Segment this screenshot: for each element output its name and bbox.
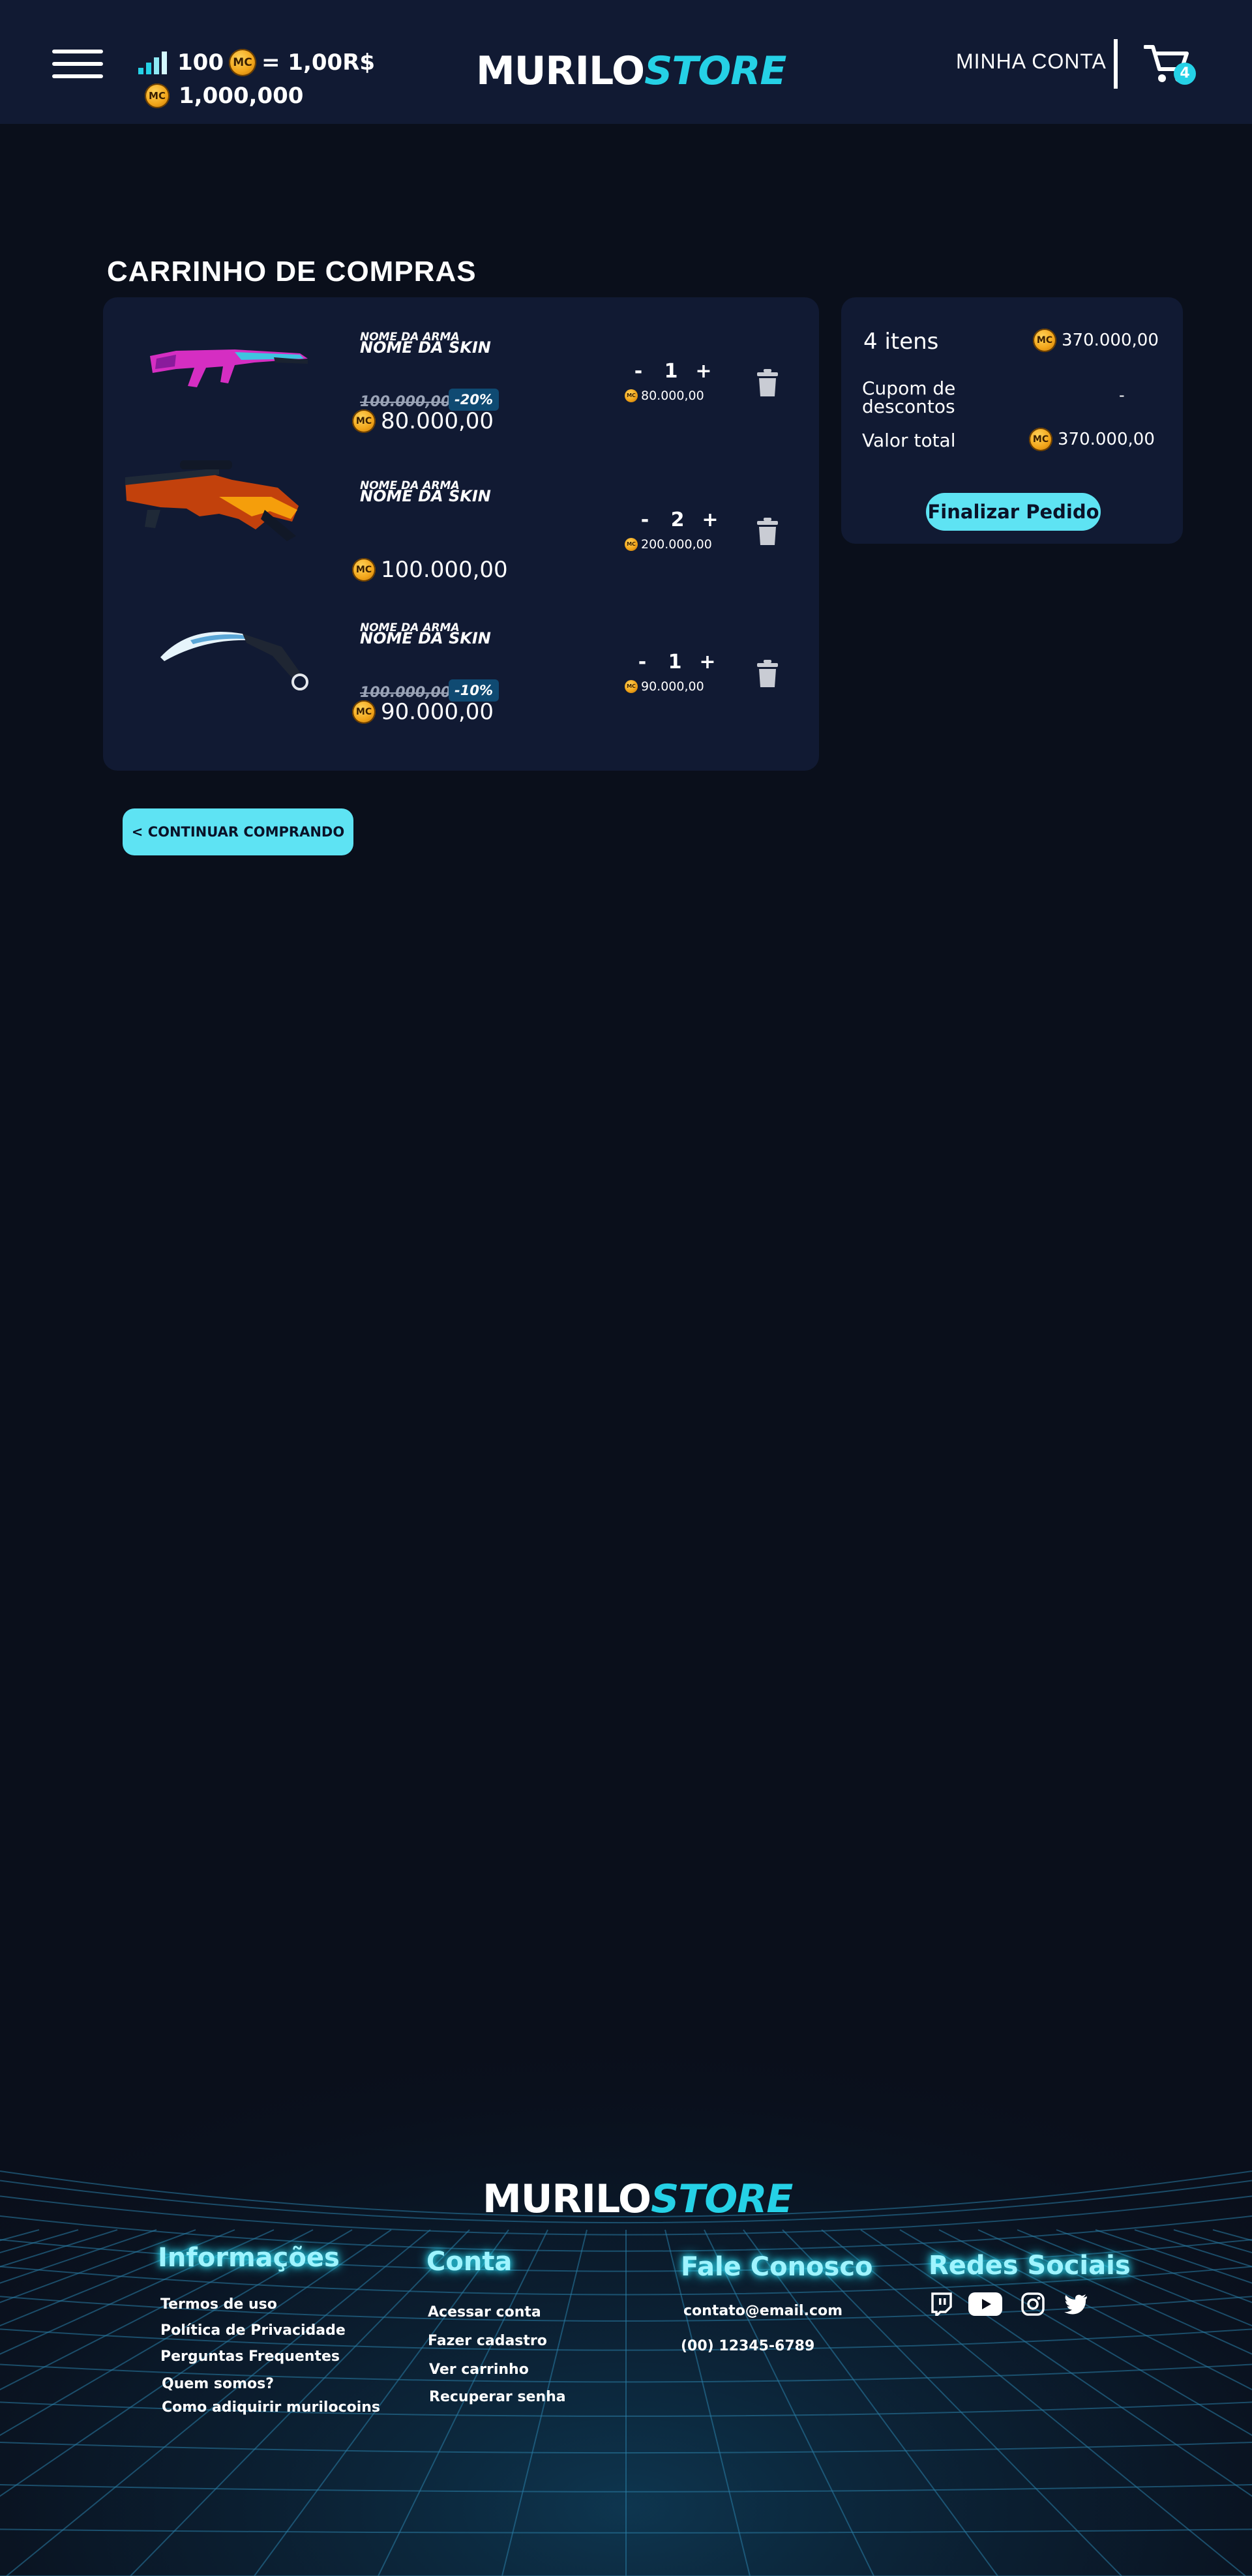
instagram-icon[interactable] (1021, 2292, 1045, 2316)
footer-link-about[interactable]: Quem somos? (162, 2376, 274, 2392)
info-heading: Informações (158, 2243, 340, 2273)
decrease-button[interactable]: - (635, 509, 655, 531)
footer-link-terms[interactable]: Termos de uso (160, 2296, 277, 2313)
item-subtotal: MC 200.000,00 (625, 537, 712, 552)
murilocoin-icon: MC (145, 83, 170, 108)
coin-balance: MC 1,000,000 (145, 81, 303, 111)
top-header: 100 MC = 1,00R$ MC 1,000,000 MURILOSTORE… (0, 0, 1252, 124)
murilocoin-icon: MC (1033, 329, 1056, 352)
murilocoin-icon: MC (352, 558, 376, 582)
murilocoin-icon: MC (625, 389, 638, 402)
item-price: MC 100.000,00 (352, 557, 508, 583)
footer-link-faq[interactable]: Perguntas Frequentes (160, 2348, 340, 2365)
exchange-rate: 100 MC = 1,00R$ (137, 47, 375, 78)
store-logo[interactable]: MURILOSTORE (476, 48, 786, 94)
ak47-pink-icon (150, 349, 308, 387)
murilocoin-icon: MC (352, 409, 376, 433)
header-divider (1114, 39, 1118, 89)
cart-item: NOME DA ARMA NOME DA SKIN 100.000,00 -20… (103, 297, 819, 441)
skin-name: NOME DA SKIN (360, 338, 491, 357)
quantity-value: 1 (668, 651, 682, 674)
discount-badge: -20% (449, 389, 499, 411)
footer-link-login[interactable]: Acessar conta (428, 2304, 541, 2320)
continue-shopping-button[interactable]: < CONTINUAR COMPRANDO (123, 808, 353, 855)
footer-link-recover[interactable]: Recuperar senha (429, 2389, 566, 2405)
item-price: MC 90.000,00 (352, 699, 494, 725)
account-heading: Conta (426, 2247, 513, 2277)
murilocoin-icon: MC (228, 49, 256, 76)
social-heading: Redes Sociais (929, 2251, 1131, 2281)
twitter-icon[interactable] (1064, 2294, 1088, 2315)
decrease-button[interactable]: - (633, 651, 652, 674)
total-value: MC 370.000,00 (1029, 428, 1155, 451)
youtube-icon[interactable] (968, 2291, 1003, 2317)
discount-badge: -10% (449, 679, 499, 702)
coupon-label: Cupom de descontos (862, 378, 956, 417)
signal-icon (138, 52, 167, 74)
items-total: MC 370.000,00 (1033, 329, 1159, 352)
footer-logo[interactable]: MURILOSTORE (483, 2176, 793, 2222)
my-account-link[interactable]: MINHA CONTA (956, 50, 1107, 74)
coupon-value: - (1119, 386, 1125, 404)
exchange-value: = 1,00R$ (261, 50, 376, 76)
footer-grid-background (0, 1891, 1252, 2576)
murilocoin-icon: MC (1029, 428, 1052, 451)
karambit-knife-icon (160, 631, 308, 690)
awp-dragon-icon (125, 460, 299, 541)
quantity-stepper: - 1 + (633, 651, 717, 674)
footer-link-privacy[interactable]: Política de Privacidade (160, 2322, 346, 2339)
footer-link-register[interactable]: Fazer cadastro (428, 2333, 547, 2349)
item-price: MC 80.000,00 (352, 408, 494, 434)
cart-item: NOME DA ARMA NOME DA SKIN 100.000,00 -10… (103, 588, 819, 732)
twitch-icon[interactable] (930, 2292, 952, 2316)
murilocoin-icon: MC (352, 700, 376, 724)
footer-link-coins[interactable]: Como adiquirir murilocoins (162, 2399, 380, 2416)
menu-icon[interactable] (52, 50, 103, 78)
quantity-stepper: - 2 + (635, 509, 720, 531)
increase-button[interactable]: + (698, 651, 717, 674)
order-summary: 4 itens MC 370.000,00 Cupom de descontos… (841, 297, 1183, 544)
cart-count-badge: 4 (1174, 63, 1196, 85)
cart-item: NOME DA ARMA NOME DA SKIN MC 100.000,00 … (103, 446, 819, 589)
murilocoin-icon: MC (625, 538, 638, 551)
trash-icon[interactable] (756, 369, 779, 396)
increase-button[interactable]: + (694, 360, 713, 383)
balance-value: 1,000,000 (179, 83, 304, 109)
quantity-stepper: - 1 + (629, 360, 713, 383)
page-title: CARRINHO DE COMPRAS (107, 256, 477, 288)
contact-phone: (00) 12345-6789 (681, 2338, 815, 2354)
quantity-value: 2 (670, 509, 685, 531)
checkout-button[interactable]: Finalizar Pedido (926, 493, 1101, 531)
murilocoin-icon: MC (625, 680, 638, 693)
trash-icon[interactable] (756, 518, 779, 545)
exchange-amount: 100 (177, 50, 224, 76)
contact-email[interactable]: contato@email.com (683, 2303, 842, 2319)
item-subtotal: MC 80.000,00 (625, 389, 704, 403)
item-subtotal: MC 90.000,00 (625, 679, 704, 694)
skin-name: NOME DA SKIN (360, 487, 491, 505)
cart-items-panel: NOME DA ARMA NOME DA SKIN 100.000,00 -20… (103, 297, 819, 771)
skin-name: NOME DA SKIN (360, 629, 491, 647)
footer-link-cart[interactable]: Ver carrinho (429, 2361, 529, 2378)
decrease-button[interactable]: - (629, 360, 648, 383)
quantity-value: 1 (664, 360, 678, 383)
items-count: 4 itens (863, 329, 939, 355)
increase-button[interactable]: + (700, 509, 720, 531)
contact-heading: Fale Conosco (681, 2252, 873, 2282)
trash-icon[interactable] (756, 660, 779, 687)
total-label: Valor total (862, 430, 956, 451)
